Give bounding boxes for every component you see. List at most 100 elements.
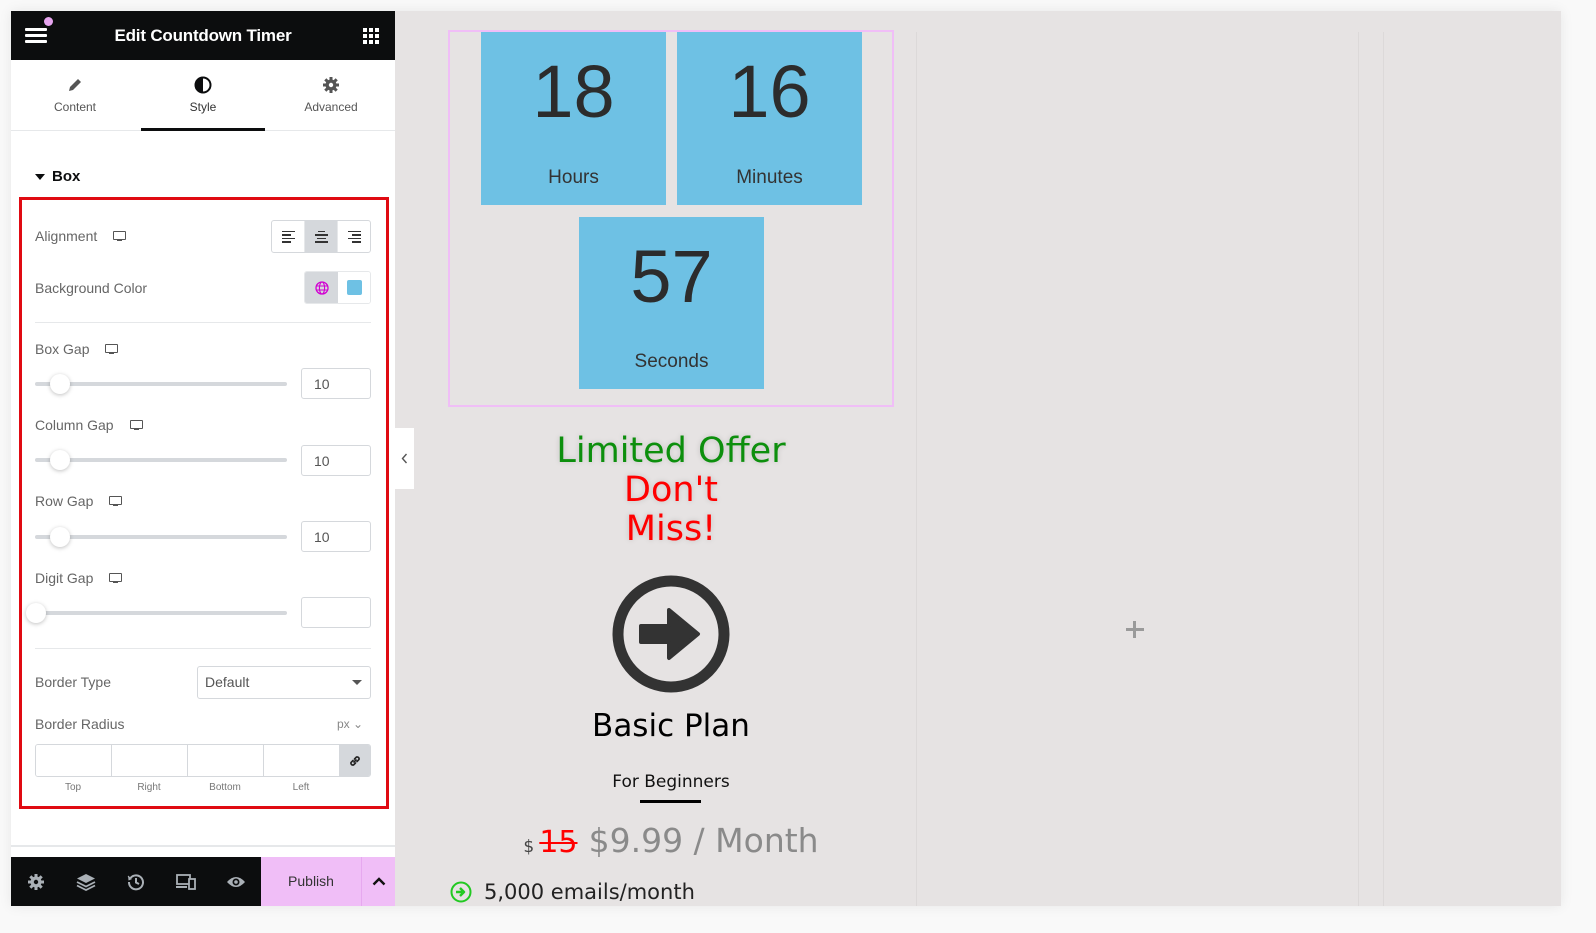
widgets-grid-icon[interactable]	[363, 28, 379, 44]
settings-icon	[28, 873, 44, 890]
color-swatch-button[interactable]	[338, 272, 370, 303]
preview-icon	[227, 876, 245, 887]
tab-content[interactable]: Content	[11, 60, 139, 130]
seconds-label: Seconds	[634, 351, 709, 372]
digit-gap-label: Digit Gap	[35, 570, 123, 586]
section-box-toggle[interactable]: Box	[35, 168, 80, 185]
dropdown-arrow-icon	[352, 680, 362, 685]
tab-style[interactable]: Style	[139, 60, 267, 131]
box-gap-label: Box Gap	[35, 341, 119, 357]
tab-label: Content	[53, 100, 97, 114]
publish-options-button[interactable]	[362, 857, 395, 906]
box-gap-text: Box Gap	[35, 341, 90, 357]
price-sale: $9.99 / Month	[588, 821, 819, 860]
row-gap-label: Row Gap	[35, 493, 123, 509]
editor-panel: Edit Countdown Timer Content Style Advan…	[11, 11, 395, 906]
panel-title: Edit Countdown Timer	[114, 26, 292, 45]
tab-advanced[interactable]: Advanced	[267, 60, 395, 130]
add-element-icon[interactable]	[1126, 619, 1148, 641]
price-original: 15	[539, 825, 578, 860]
box-gap-slider[interactable]	[35, 374, 287, 394]
section-title: Box	[52, 168, 81, 185]
responsive-mode-button[interactable]	[161, 857, 211, 906]
row-gap-text: Row Gap	[35, 493, 94, 509]
digit-gap-input[interactable]	[301, 597, 371, 628]
desktop-icon[interactable]	[109, 572, 123, 584]
border-radius-labels: Top Right Bottom Left	[35, 782, 339, 793]
gear-icon	[267, 74, 395, 96]
column-gap-text: Column Gap	[35, 417, 114, 433]
radius-left-input[interactable]	[264, 745, 340, 776]
link-values-button[interactable]	[340, 745, 370, 776]
column-guide	[916, 32, 917, 906]
plan-title: Basic Plan	[592, 708, 750, 744]
preview-button[interactable]	[211, 857, 261, 906]
contrast-icon	[139, 74, 267, 96]
desktop-icon[interactable]	[105, 343, 119, 355]
history-button[interactable]	[111, 857, 161, 906]
slider-thumb[interactable]	[26, 603, 46, 623]
hours-value: 18	[532, 50, 615, 133]
row-gap-slider[interactable]	[35, 527, 287, 547]
radius-bottom-input[interactable]	[188, 745, 264, 776]
navigator-button[interactable]	[61, 857, 111, 906]
border-type-text: Border Type	[35, 674, 112, 690]
column-guide	[1383, 32, 1384, 906]
box-gap-input[interactable]	[301, 368, 371, 399]
tab-label: Style	[189, 100, 217, 114]
column-gap-input[interactable]	[301, 445, 371, 476]
hours-label: Hours	[548, 167, 599, 188]
radius-top-input[interactable]	[36, 745, 112, 776]
align-center-icon	[314, 230, 328, 243]
column-guide	[1358, 32, 1359, 906]
digit-gap-slider[interactable]	[26, 603, 287, 623]
globe-icon	[314, 280, 329, 295]
timer-box-minutes: 16 Minutes	[677, 32, 862, 205]
panel-footer: Publish	[11, 857, 395, 906]
desktop-icon[interactable]	[113, 230, 127, 242]
feature-item: 5,000 emails/month	[450, 880, 695, 904]
row-gap-input[interactable]	[301, 521, 371, 552]
minutes-label: Minutes	[736, 167, 803, 188]
radius-right-input[interactable]	[112, 745, 188, 776]
align-left-button[interactable]	[272, 221, 305, 252]
plan-subtitle: For Beginners	[612, 772, 730, 792]
radius-bottom-label: Bottom	[209, 782, 241, 793]
alignment-choices	[271, 220, 371, 253]
unit-selector[interactable]: px ⌄	[337, 717, 363, 731]
publish-button[interactable]: Publish	[261, 857, 362, 906]
divider	[11, 845, 395, 847]
layers-icon	[76, 873, 96, 891]
slider-thumb[interactable]	[50, 527, 70, 547]
countdown-timer-widget[interactable]: 18 Hours 16 Minutes 57 Seconds	[448, 30, 894, 407]
border-type-value: Default	[205, 674, 250, 690]
desktop-icon[interactable]	[129, 419, 143, 431]
editor-window: Edit Countdown Timer Content Style Advan…	[11, 11, 1561, 906]
digit-gap-text: Digit Gap	[35, 570, 94, 586]
desktop-icon[interactable]	[109, 495, 123, 507]
slider-thumb[interactable]	[50, 374, 70, 394]
settings-button[interactable]	[11, 857, 61, 906]
feature-text: 5,000 emails/month	[484, 880, 695, 904]
border-radius-text: Border Radius	[35, 716, 125, 732]
align-left-icon	[281, 230, 295, 243]
unit-value: px	[337, 717, 350, 731]
column-gap-slider[interactable]	[35, 450, 287, 470]
global-colors-button[interactable]	[305, 272, 338, 303]
background-color-label: Background Color	[35, 280, 147, 296]
align-right-button[interactable]	[338, 221, 370, 252]
border-type-select[interactable]: Default	[197, 666, 371, 699]
border-type-label: Border Type	[35, 674, 111, 690]
offer-subheading: Don't Miss!	[448, 471, 894, 549]
slider-thumb[interactable]	[50, 450, 70, 470]
minutes-value: 16	[728, 50, 811, 133]
color-swatch	[346, 280, 362, 295]
column-gap-label: Column Gap	[35, 417, 143, 433]
subtitle-underline	[640, 800, 701, 803]
background-color-control	[304, 271, 371, 304]
price-currency: $	[523, 837, 535, 857]
timer-box-hours: 18 Hours	[481, 32, 666, 205]
seconds-value: 57	[630, 235, 713, 318]
align-center-button[interactable]	[305, 221, 338, 252]
offer-line: Don't	[624, 470, 718, 510]
